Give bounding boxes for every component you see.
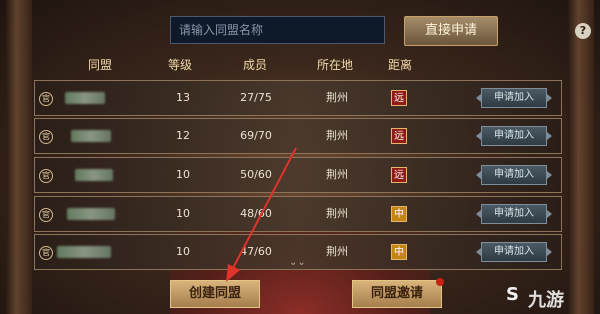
rank-badge-icon: 官	[39, 208, 53, 222]
alliance-name-redacted	[57, 246, 111, 258]
alliance-name-redacted	[65, 92, 105, 104]
location-value: 荆州	[326, 168, 348, 181]
level-value: 10	[176, 207, 190, 220]
distance-badge: 远	[391, 90, 407, 106]
alliance-invite-button[interactable]: 同盟邀请	[352, 278, 444, 308]
notification-dot	[436, 278, 444, 286]
search-input[interactable]: 请输入同盟名称	[170, 16, 385, 44]
members-value: 69/70	[240, 129, 272, 142]
alliance-row[interactable]: 官 10 50/60 荆州 远 申请加入	[34, 157, 562, 193]
join-button[interactable]: 申请加入	[476, 242, 552, 262]
members-value: 47/60	[240, 245, 272, 258]
alliance-row[interactable]: 官 13 27/75 荆州 远 申请加入	[34, 80, 562, 116]
rank-badge-icon: 官	[39, 130, 53, 144]
header-level: 等级	[167, 58, 192, 72]
alliance-invite-label: 同盟邀请	[370, 286, 423, 301]
distance-badge: 中	[391, 244, 407, 260]
distance-badge: 远	[391, 167, 407, 183]
apply-direct-button[interactable]: 直接申请	[404, 16, 498, 46]
join-button[interactable]: 申请加入	[476, 126, 552, 146]
location-value: 荆州	[326, 207, 348, 220]
location-value: 荆州	[326, 91, 348, 104]
level-value: 12	[176, 129, 190, 142]
help-icon[interactable]: ?	[575, 23, 591, 39]
alliance-row[interactable]: 官 12 69/70 荆州 远 申请加入	[34, 118, 562, 154]
scroll-down-indicator: ⌄⌄	[289, 257, 306, 268]
level-value: 10	[176, 245, 190, 258]
distance-badge: 远	[391, 128, 407, 144]
left-pillar-decoration	[6, 0, 32, 314]
watermark-text: 九游	[528, 290, 564, 311]
header-distance: 距离	[387, 58, 412, 72]
alliance-row[interactable]: 官 10 48/60 荆州 中 申请加入	[34, 196, 562, 232]
members-value: 50/60	[240, 168, 272, 181]
level-value: 10	[176, 168, 190, 181]
rank-badge-icon: 官	[39, 246, 53, 260]
alliance-name-redacted	[67, 208, 115, 220]
alliance-name-redacted	[71, 130, 111, 142]
alliance-name-redacted	[75, 169, 113, 181]
members-value: 27/75	[240, 91, 272, 104]
location-value: 荆州	[326, 129, 348, 142]
rank-badge-icon: 官	[39, 92, 53, 106]
create-alliance-button[interactable]: 创建同盟	[170, 280, 260, 308]
right-pillar-decoration	[568, 0, 594, 314]
distance-badge: 中	[391, 206, 407, 222]
join-button[interactable]: 申请加入	[476, 204, 552, 224]
join-button[interactable]: 申请加入	[476, 165, 552, 185]
location-value: 荆州	[326, 245, 348, 258]
join-button[interactable]: 申请加入	[476, 88, 552, 108]
header-location: 所在地	[316, 58, 353, 72]
header-alliance: 同盟	[87, 58, 112, 72]
header-members: 成员	[242, 58, 267, 72]
rank-badge-icon: 官	[39, 169, 53, 183]
watermark-logo-icon: S	[506, 284, 519, 305]
level-value: 13	[176, 91, 190, 104]
members-value: 48/60	[240, 207, 272, 220]
